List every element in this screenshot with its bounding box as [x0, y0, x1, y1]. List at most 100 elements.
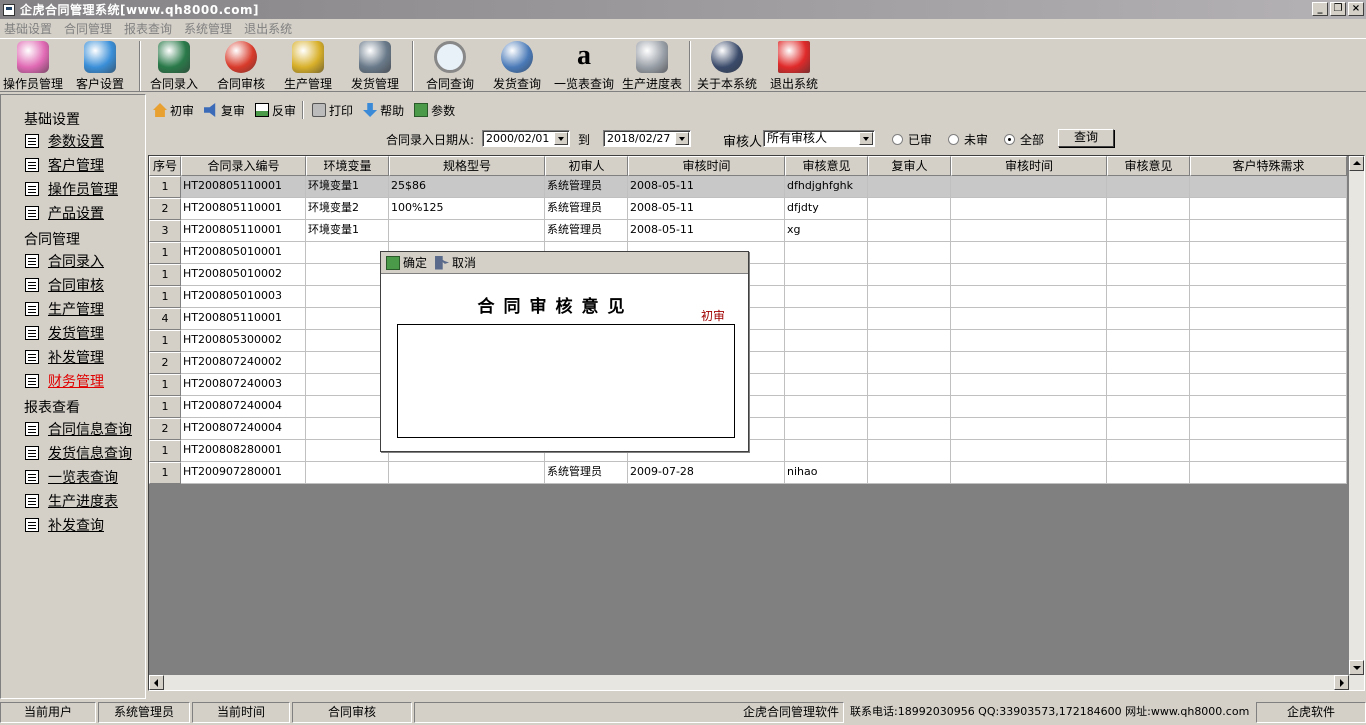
toolbar-about-button[interactable]: 关于本系统	[695, 41, 759, 91]
table-cell[interactable]	[1107, 286, 1190, 308]
menu-basic-settings[interactable]: 基础设置	[4, 20, 52, 37]
table-cell[interactable]: 2008-05-11	[628, 198, 785, 220]
confirm-button[interactable]: 确定	[386, 254, 427, 271]
minimize-button[interactable]: _	[1312, 2, 1328, 16]
table-cell[interactable]	[951, 330, 1107, 352]
table-cell[interactable]: 系统管理员	[545, 220, 628, 242]
sidebar-item-shipping-info[interactable]: 发货信息查询	[25, 443, 132, 463]
auditor-select[interactable]: 所有审核人	[763, 130, 875, 147]
print-button[interactable]: 打印	[312, 102, 353, 119]
sidebar-group-reports[interactable]: 报表查看	[24, 397, 80, 417]
row-number[interactable]: 1	[149, 286, 181, 308]
row-number[interactable]: 1	[149, 264, 181, 286]
scroll-up-button[interactable]	[1349, 156, 1364, 171]
table-cell[interactable]	[951, 264, 1107, 286]
sidebar-item-customers[interactable]: 客户管理	[25, 155, 104, 175]
table-cell[interactable]	[951, 418, 1107, 440]
table-cell[interactable]	[1107, 418, 1190, 440]
table-cell[interactable]	[306, 330, 389, 352]
horizontal-scrollbar[interactable]	[149, 675, 1349, 690]
table-cell[interactable]	[306, 374, 389, 396]
table-cell[interactable]: 100%125	[389, 198, 545, 220]
chevron-down-icon[interactable]	[675, 132, 689, 145]
table-cell[interactable]: HT200808280001	[181, 440, 306, 462]
row-number[interactable]: 1	[149, 462, 181, 484]
table-cell[interactable]	[389, 220, 545, 242]
table-cell[interactable]	[868, 396, 951, 418]
table-cell[interactable]	[1107, 198, 1190, 220]
toolbar-customer-button[interactable]: 客户设置	[72, 41, 128, 91]
table-cell[interactable]	[1190, 418, 1347, 440]
table-cell[interactable]: HT200907280001	[181, 462, 306, 484]
table-cell[interactable]	[868, 220, 951, 242]
row-number[interactable]: 1	[149, 176, 181, 198]
radio-audited[interactable]: 已审	[892, 131, 932, 148]
chevron-down-icon[interactable]	[859, 132, 873, 145]
table-cell[interactable]: HT200805010001	[181, 242, 306, 264]
table-cell[interactable]	[1190, 242, 1347, 264]
row-number[interactable]: 2	[149, 418, 181, 440]
row-number[interactable]: 1	[149, 440, 181, 462]
table-cell[interactable]	[306, 286, 389, 308]
table-cell[interactable]: 环境变量1	[306, 220, 389, 242]
row-number[interactable]: 1	[149, 330, 181, 352]
table-cell[interactable]	[868, 176, 951, 198]
table-cell[interactable]	[1190, 462, 1347, 484]
row-number[interactable]: 1	[149, 374, 181, 396]
table-cell[interactable]	[306, 418, 389, 440]
sidebar-item-summary[interactable]: 一览表查询	[25, 467, 118, 487]
toolbar-exit-button[interactable]: 退出系统	[766, 41, 822, 91]
column-header[interactable]: 复审人	[868, 156, 951, 176]
table-cell[interactable]	[1107, 308, 1190, 330]
row-number[interactable]: 1	[149, 242, 181, 264]
menu-exit-system[interactable]: 退出系统	[244, 20, 292, 37]
table-cell[interactable]	[306, 396, 389, 418]
table-cell[interactable]	[868, 418, 951, 440]
table-cell[interactable]: HT200807240004	[181, 396, 306, 418]
cancel-button[interactable]: 取消	[435, 254, 476, 271]
table-cell[interactable]	[951, 242, 1107, 264]
table-cell[interactable]: HT200805010003	[181, 286, 306, 308]
first-audit-button[interactable]: 初审	[153, 102, 194, 119]
table-cell[interactable]: HT200805110001	[181, 220, 306, 242]
column-header[interactable]: 环境变量	[306, 156, 389, 176]
sidebar-group-basic[interactable]: 基础设置	[24, 109, 80, 129]
scroll-right-button[interactable]	[1334, 675, 1349, 690]
radio-pending[interactable]: 未审	[948, 131, 988, 148]
toolbar-shipping-button[interactable]: 发货管理	[347, 41, 403, 91]
table-cell[interactable]	[951, 308, 1107, 330]
table-cell[interactable]	[1190, 264, 1347, 286]
table-cell[interactable]	[951, 396, 1107, 418]
table-cell[interactable]	[1190, 220, 1347, 242]
second-audit-button[interactable]: 复审	[204, 102, 245, 119]
table-cell[interactable]	[951, 198, 1107, 220]
table-cell[interactable]	[785, 242, 868, 264]
table-cell[interactable]	[306, 242, 389, 264]
table-cell[interactable]	[1190, 176, 1347, 198]
table-cell[interactable]	[951, 176, 1107, 198]
toolbar-shipping-query-button[interactable]: 发货查询	[489, 41, 545, 91]
table-cell[interactable]	[868, 374, 951, 396]
table-cell[interactable]	[868, 352, 951, 374]
table-cell[interactable]: 25$86	[389, 176, 545, 198]
sidebar-item-operators[interactable]: 操作员管理	[25, 179, 118, 199]
sidebar-item-reissue[interactable]: 补发管理	[25, 347, 104, 367]
toolbar-contract-query-button[interactable]: 合同查询	[422, 41, 478, 91]
column-header[interactable]: 序号	[149, 156, 181, 176]
table-cell[interactable]: 2008-05-11	[628, 176, 785, 198]
menu-system-management[interactable]: 系统管理	[184, 20, 232, 37]
table-cell[interactable]	[868, 264, 951, 286]
table-row[interactable]: 1 HT200907280001 系统管理员 2009-07-28 nihao	[149, 462, 1347, 484]
vertical-scrollbar[interactable]	[1349, 156, 1364, 690]
table-cell[interactable]	[1107, 440, 1190, 462]
restore-button[interactable]: ❐	[1330, 2, 1346, 16]
table-cell[interactable]	[1107, 374, 1190, 396]
table-cell[interactable]	[1107, 176, 1190, 198]
sidebar-group-contract[interactable]: 合同管理	[24, 229, 80, 249]
table-cell[interactable]: HT200805110001	[181, 198, 306, 220]
table-cell[interactable]	[951, 374, 1107, 396]
scroll-left-button[interactable]	[149, 675, 164, 690]
table-cell[interactable]: nihao	[785, 462, 868, 484]
sidebar-item-contract-info[interactable]: 合同信息查询	[25, 419, 132, 439]
table-cell[interactable]	[868, 330, 951, 352]
